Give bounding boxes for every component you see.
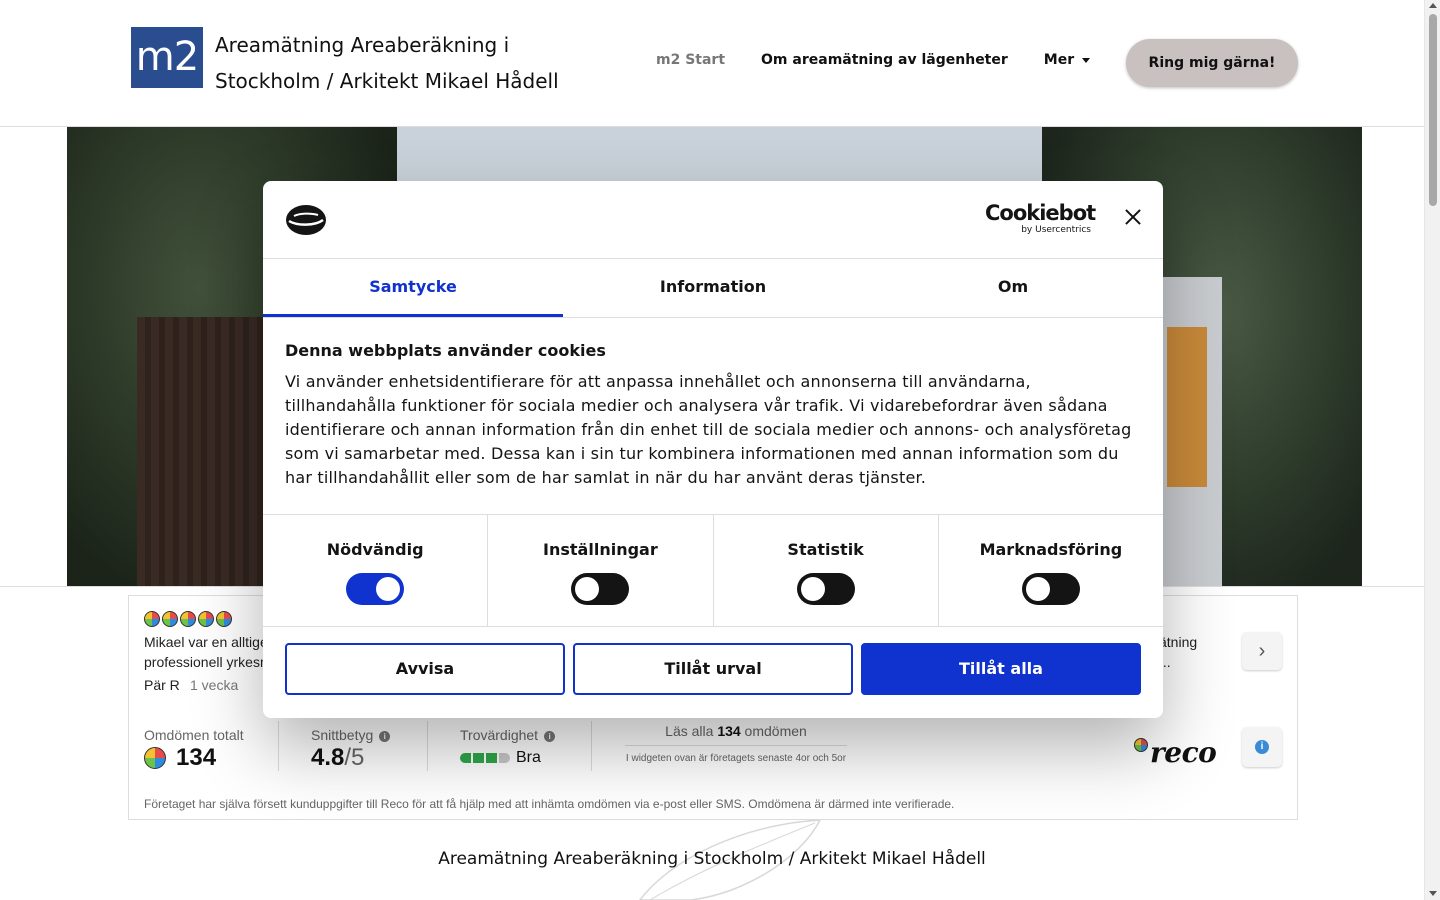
read-all-count: 134 bbox=[717, 723, 741, 739]
star-icon bbox=[180, 611, 196, 627]
tab-samtycke[interactable]: Samtycke bbox=[263, 259, 563, 317]
info-icon: i bbox=[1255, 740, 1269, 754]
call-me-button[interactable]: Ring mig gärna! bbox=[1126, 39, 1298, 87]
scrollbar-thumb[interactable] bbox=[1429, 14, 1437, 206]
review-author: Pär R bbox=[144, 677, 180, 693]
reco-mark-icon bbox=[144, 747, 166, 769]
nav-item-mer[interactable]: Mer bbox=[1043, 52, 1091, 68]
category-installningar: Inställningar bbox=[488, 515, 714, 626]
average-rating-label-wrap: Snittbetyg i bbox=[311, 727, 391, 743]
cookie-consent-dialog: Cookiebot by Usercentrics Samtycke Infor… bbox=[263, 181, 1163, 718]
next-review-button[interactable]: › bbox=[1242, 632, 1282, 670]
divider bbox=[591, 721, 592, 771]
allow-selection-button[interactable]: Tillåt urval bbox=[573, 643, 853, 695]
site-header: m2 Areamätning Areaberäkning i Stockholm… bbox=[0, 0, 1424, 127]
review-text[interactable]: Mikael var en alltige professionell yrke… bbox=[144, 632, 264, 672]
category-label: Nödvändig bbox=[326, 540, 424, 559]
read-all-reviews-link[interactable]: Läs alla 134 omdömen bbox=[625, 723, 847, 746]
average-rating: 4.8/5 bbox=[311, 744, 364, 772]
toggle-knob bbox=[1025, 577, 1050, 601]
review-stars bbox=[144, 611, 232, 627]
trust-meter-segment bbox=[460, 753, 471, 763]
allow-all-button[interactable]: Tillåt alla bbox=[861, 643, 1141, 695]
reco-disclaimer: Företaget har själva försett kunduppgift… bbox=[144, 797, 955, 811]
reco-info-button[interactable]: i bbox=[1242, 727, 1282, 767]
category-nodvandig: Nödvändig bbox=[263, 515, 489, 626]
trust-label-wrap: Trovärdighet i bbox=[460, 727, 556, 743]
footer-title: Areamätning Areaberäkning i Stockholm / … bbox=[438, 849, 986, 869]
hero-window bbox=[1167, 327, 1207, 487]
star-icon bbox=[144, 611, 160, 627]
toggle-nodvandig[interactable] bbox=[346, 573, 405, 605]
star-icon bbox=[162, 611, 178, 627]
review-text-line: Mikael var en alltige bbox=[144, 634, 264, 650]
scroll-up-arrow-icon[interactable] bbox=[1429, 3, 1437, 8]
trust-label: Trovärdighet bbox=[460, 727, 539, 743]
read-all-suffix: omdömen bbox=[740, 723, 807, 739]
tab-om[interactable]: Om bbox=[863, 259, 1163, 317]
review-text-line: professionell yrkesm bbox=[144, 654, 264, 670]
star-icon bbox=[216, 611, 232, 627]
cookie-categories: Nödvändig Inställningar Statistik Markna… bbox=[263, 514, 1163, 627]
divider bbox=[427, 721, 428, 771]
read-all-prefix: Läs alla bbox=[665, 723, 718, 739]
average-rating-max: /5 bbox=[344, 744, 365, 771]
trust-meter bbox=[460, 753, 510, 763]
nav-item-mer-label: Mer bbox=[1043, 52, 1075, 68]
category-label: Marknadsföring bbox=[979, 540, 1123, 559]
trust-meter-segment bbox=[499, 753, 510, 763]
page-scrollbar[interactable] bbox=[1424, 0, 1440, 900]
cookie-dialog-header: Cookiebot by Usercentrics bbox=[263, 181, 1163, 259]
trust-meter-segment bbox=[486, 753, 497, 763]
nav-item-start[interactable]: m2 Start bbox=[656, 52, 725, 68]
cookiebot-icon bbox=[286, 205, 326, 235]
average-rating-label: Snittbetyg bbox=[311, 727, 374, 743]
nav-item-om-areamatning[interactable]: Om areamätning av lägenheter bbox=[761, 52, 1008, 68]
tab-information[interactable]: Information bbox=[563, 259, 863, 317]
cookie-dialog-tabs: Samtycke Information Om bbox=[263, 259, 1163, 318]
review-date: 1 vecka bbox=[190, 677, 239, 693]
toggle-marknadsforing[interactable] bbox=[1021, 573, 1080, 605]
reco-logo-text: reco bbox=[1150, 736, 1217, 769]
average-rating-value: 4.8 bbox=[311, 744, 345, 771]
chevron-right-icon: › bbox=[1258, 640, 1266, 662]
star-icon bbox=[198, 611, 214, 627]
info-icon[interactable]: i bbox=[379, 731, 391, 742]
toggle-knob bbox=[376, 577, 401, 601]
scroll-down-arrow-icon[interactable] bbox=[1429, 891, 1437, 896]
hero-sky bbox=[397, 127, 1042, 187]
toggle-knob bbox=[800, 577, 825, 601]
main-nav: m2 Start Om areamätning av lägenheter Me… bbox=[656, 52, 1126, 68]
cookie-dialog-title: Denna webbplats använder cookies bbox=[285, 341, 606, 360]
toggle-statistik[interactable] bbox=[796, 573, 855, 605]
info-icon[interactable]: i bbox=[544, 731, 556, 742]
toggle-installningar[interactable] bbox=[571, 573, 630, 605]
caret-down-icon bbox=[1082, 57, 1091, 63]
site-logo[interactable]: m2 bbox=[131, 27, 203, 88]
reco-logo[interactable]: reco bbox=[1134, 736, 1217, 769]
total-reviews-value: 134 bbox=[176, 744, 217, 771]
category-label: Inställningar bbox=[543, 540, 658, 559]
review-text-line: ätning bbox=[1159, 634, 1198, 650]
divider bbox=[278, 721, 279, 771]
reco-mark-icon bbox=[1134, 738, 1148, 752]
cookiebot-logo[interactable]: Cookiebot by Usercentrics bbox=[985, 201, 1096, 235]
cookiebot-logo-text: Cookiebot bbox=[985, 201, 1096, 225]
total-reviews-label: Omdömen totalt bbox=[144, 727, 244, 743]
toggle-knob bbox=[575, 577, 600, 601]
cookie-dialog-body: Vi använder enhetsidentifierare för att … bbox=[285, 372, 1132, 487]
close-icon[interactable] bbox=[1121, 205, 1145, 229]
cookie-dialog-buttons: Avvisa Tillåt urval Tillåt alla bbox=[285, 643, 1141, 695]
deny-button[interactable]: Avvisa bbox=[285, 643, 565, 695]
trust-meter-segment bbox=[473, 753, 484, 763]
category-statistik: Statistik bbox=[714, 515, 939, 626]
review-text-line: ... bbox=[1159, 654, 1171, 670]
category-label: Statistik bbox=[787, 540, 864, 559]
review-text-second[interactable]: ätning ... bbox=[1159, 632, 1249, 672]
read-all-subtext: I widgeten ovan är företagets senaste 4o… bbox=[625, 753, 847, 764]
cookiebot-logo-subtext: by Usercentrics bbox=[1021, 225, 1091, 235]
site-title[interactable]: Areamätning Areaberäkning i Stockholm / … bbox=[215, 27, 615, 99]
category-marknadsforing: Marknadsföring bbox=[939, 515, 1163, 626]
trust-value: Bra bbox=[516, 749, 541, 766]
